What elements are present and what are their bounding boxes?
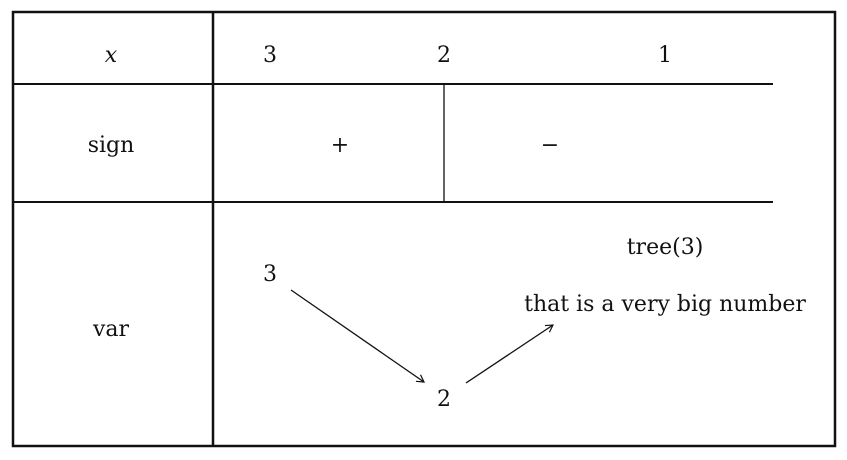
increasing-arrow [465,324,555,384]
decreasing-arrow [290,289,425,383]
variation-table: x 3 2 1 sign + − var 3 2 tree(3) that is… [0,0,847,460]
tree-label: tree(3) [626,235,704,260]
variation-value-2: 2 [437,387,451,412]
x-value-3: 3 [263,43,277,68]
table-border [11,10,837,448]
big-number-label: that is a very big number [524,292,806,317]
x-value-2: 2 [437,43,451,68]
sign-row-label: sign [87,133,135,158]
variation-value-3: 3 [263,262,277,287]
table-grid [11,10,837,448]
variation-row-label: var [92,317,130,342]
plus-sign: + [330,133,350,158]
x-value-1: 1 [658,43,672,68]
x-variable-label: x [104,43,118,68]
minus-sign: − [540,133,560,158]
